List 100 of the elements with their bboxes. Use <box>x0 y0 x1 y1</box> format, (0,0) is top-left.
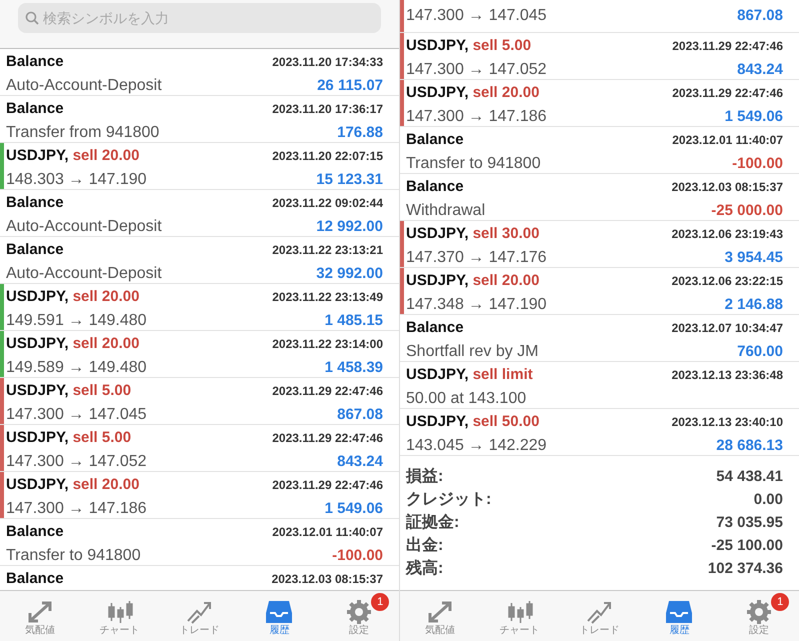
deal-time: 2023.11.29 22:47:46 <box>272 477 383 494</box>
deal-time: 2023.11.20 22:07:15 <box>272 148 383 165</box>
deal-title: USDJPY, sell 50.00 <box>406 412 540 432</box>
summary-label: 証拠金: <box>406 512 460 533</box>
deal-title: USDJPY, sell 5.00 <box>6 428 132 448</box>
summary-label: クレジット: <box>406 490 492 510</box>
profit-amount: 1 549.06 <box>324 498 383 518</box>
deal-detail: Auto-Account-Deposit <box>6 216 162 236</box>
notification-badge: 1 <box>771 593 790 611</box>
deal-detail: 147.300 → 147.052 <box>406 60 547 80</box>
profit-amount: 12 992.00 <box>316 216 383 236</box>
summary-value: 102 374.36 <box>708 558 783 579</box>
deal-time: 2023.11.29 22:47:46 <box>672 85 783 102</box>
history-row[interactable]: USDJPY, sell 20.00 2023.11.20 22:07:15 148.303 → 147.190 15 123.31 <box>0 143 399 190</box>
deal-time: 2023.12.03 08:15:37 <box>672 179 783 196</box>
history-row[interactable]: USDJPY, sell 5.00 2023.11.29 22:47:46 147.300 → 147.045 867.08 <box>0 378 399 425</box>
deal-title: USDJPY, sell 20.00 <box>6 287 140 307</box>
deal-title: USDJPY, sell 20.00 <box>6 334 140 354</box>
deal-time: 2023.11.20 17:34:33 <box>272 54 383 71</box>
tab[interactable]: 設定 1 <box>719 591 799 641</box>
history-row[interactable]: 147.300 → 147.045 867.08 <box>400 0 799 33</box>
profit-amount: -100.00 <box>732 154 783 174</box>
deal-time: 2023.11.22 23:13:21 <box>272 242 383 259</box>
history-row[interactable]: USDJPY, sell 5.00 2023.11.29 22:47:46 147.300 → 147.052 843.24 <box>0 425 399 472</box>
deal-title: USDJPY, sell 5.00 <box>6 381 132 401</box>
deal-detail: 147.300 → 147.045 <box>406 6 547 26</box>
summary-value: 54 438.41 <box>716 466 783 487</box>
deal-detail: 143.045 → 142.229 <box>406 436 547 456</box>
deal-time: 2023.12.03 08:15:37 <box>272 571 383 588</box>
history-row[interactable]: USDJPY, sell 20.00 2023.11.29 22:47:46 147.300 → 147.186 1 549.06 <box>0 472 399 519</box>
history-row[interactable]: USDJPY, sell 30.00 2023.12.06 23:19:43 147.370 → 147.176 3 954.45 <box>400 221 799 268</box>
profit-amount: 843.24 <box>737 60 783 80</box>
deal-time: 2023.12.01 11:40:07 <box>672 132 783 149</box>
profit-amount: 760.00 <box>737 342 783 362</box>
deal-title: Balance <box>406 177 464 197</box>
deal-detail: Withdrawal <box>406 200 486 220</box>
deal-detail: 147.348 → 147.190 <box>406 294 547 314</box>
deal-time: 2023.12.01 11:40:07 <box>272 524 383 541</box>
deal-title: USDJPY, sell 20.00 <box>6 475 140 495</box>
tab[interactable]: 履歴 <box>239 591 320 641</box>
tab[interactable]: 設定 1 <box>319 591 399 641</box>
search-field[interactable]: 検索シンボルを入力 <box>18 3 381 33</box>
deal-title: USDJPY, sell 20.00 <box>6 146 140 166</box>
deal-detail: Shortfall rev by JM <box>406 342 538 362</box>
deal-title: USDJPY, sell 30.00 <box>406 224 540 244</box>
deal-time: 2023.11.20 17:36:17 <box>272 101 383 118</box>
history-row[interactable]: USDJPY, sell 20.00 2023.12.06 23:22:15 147.348 → 147.190 2 146.88 <box>400 268 799 315</box>
deal-time: 2023.12.13 23:36:48 <box>672 367 783 384</box>
search-icon <box>25 11 39 25</box>
profit-amount: 2 146.88 <box>724 294 783 314</box>
profit-amount: 843.24 <box>337 452 383 472</box>
history-row[interactable]: USDJPY, sell 5.00 2023.11.29 22:47:46 147.300 → 147.052 843.24 <box>400 33 799 80</box>
deal-detail: 149.589 → 149.480 <box>6 358 147 378</box>
profit-amount: 15 123.31 <box>316 170 383 190</box>
profit-amount: 32 992.00 <box>316 264 383 284</box>
profit-amount: 28 686.13 <box>716 436 783 456</box>
deal-time: 2023.11.22 23:14:00 <box>272 336 383 353</box>
deal-detail: 147.370 → 147.176 <box>406 248 547 268</box>
deal-time: 2023.11.29 22:47:46 <box>272 430 383 447</box>
deal-time: 2023.12.06 23:22:15 <box>672 273 783 290</box>
deal-title: USDJPY, sell 20.00 <box>406 271 540 291</box>
history-row[interactable]: USDJPY, sell 20.00 2023.11.29 22:47:46 147.300 → 147.186 1 549.06 <box>400 80 799 127</box>
deal-detail: Transfer to 941800 <box>406 154 541 174</box>
history-row[interactable]: USDJPY, sell 20.00 2023.11.22 23:14:00 149.589 → 149.480 1 458.39 <box>0 331 399 378</box>
profit-amount: -100.00 <box>332 546 383 566</box>
deal-detail: 148.303 → 147.190 <box>6 170 147 190</box>
summary-label: 出金: <box>406 536 444 556</box>
profit-amount: 1 549.06 <box>724 106 783 126</box>
deal-title: USDJPY, sell 20.00 <box>406 83 540 103</box>
deal-time: 2023.11.29 22:47:46 <box>672 38 783 55</box>
deal-detail: 147.300 → 147.186 <box>6 498 147 518</box>
profit-amount: 867.08 <box>737 6 783 26</box>
deal-time: 2023.12.07 10:34:47 <box>672 320 783 337</box>
deal-detail: Auto-Account-Deposit <box>6 76 162 96</box>
profit-amount: 867.08 <box>337 404 383 424</box>
deal-detail: 147.300 → 147.186 <box>406 106 547 126</box>
deal-title: Balance <box>6 193 64 213</box>
deal-title: Balance <box>6 569 64 589</box>
deal-title: USDJPY, sell limit <box>406 365 533 385</box>
deal-detail: Auto-Account-Deposit <box>6 264 162 284</box>
tab[interactable]: 履歴 <box>639 591 720 641</box>
profit-amount: 1 485.15 <box>324 310 383 330</box>
deal-title: Balance <box>6 240 64 260</box>
deal-detail: 147.300 → 147.045 <box>6 404 147 424</box>
deal-time: 2023.11.29 22:47:46 <box>272 383 383 400</box>
deal-time: 2023.11.22 09:02:44 <box>272 195 383 212</box>
deal-detail: 50.00 at 143.100 <box>406 388 526 408</box>
profit-amount: 26 115.07 <box>317 76 383 96</box>
summary-label: 損益: <box>406 466 444 487</box>
deal-title: Balance <box>6 522 64 542</box>
profit-amount: -25 000.00 <box>711 200 783 220</box>
inbox-icon <box>664 599 694 625</box>
notification-badge: 1 <box>371 593 390 611</box>
deal-detail: Transfer to 941800 <box>6 546 141 566</box>
deal-title: Balance <box>406 130 464 150</box>
deal-title: USDJPY, sell 5.00 <box>406 36 532 56</box>
profit-amount: 3 954.45 <box>724 248 783 268</box>
history-row[interactable]: USDJPY, sell 20.00 2023.11.22 23:13:49 149.591 → 149.480 1 485.15 <box>0 284 399 331</box>
summary-value: 0.00 <box>754 490 783 510</box>
summary-label: 残高: <box>406 558 444 579</box>
